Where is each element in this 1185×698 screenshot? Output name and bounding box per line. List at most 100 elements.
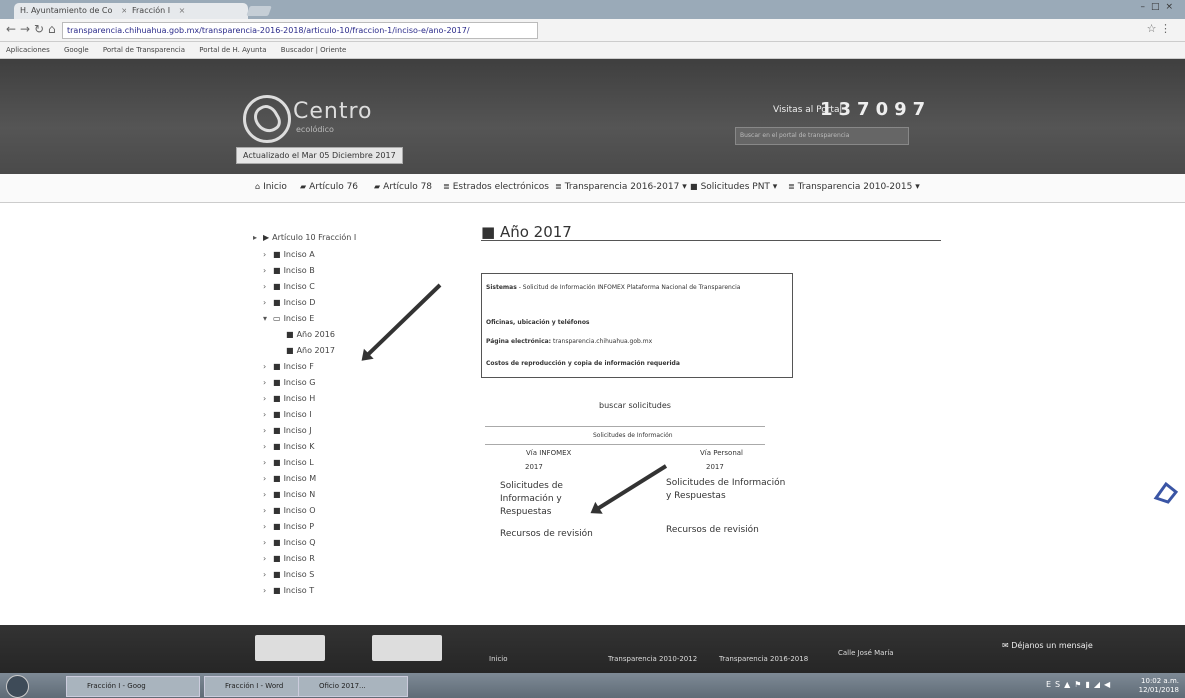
folder-icon: ■ [273,426,281,435]
bookmark-star-icon[interactable]: ☆ ⋮ [1147,22,1171,35]
clock[interactable]: 10:02 a.m. 12/01/2018 [1139,677,1179,695]
bookmark-item[interactable]: Portal de H. Ayunta [199,46,266,54]
folder-icon: ■ [273,394,281,403]
folder-icon: ■ [273,474,281,483]
browser-tab-active[interactable]: Fracción I × [126,3,248,19]
logo-icon[interactable] [243,95,291,143]
taskbar-app[interactable]: Oficio 2017... [298,676,408,697]
new-tab-button[interactable] [246,6,272,16]
os-taskbar: Fracción I - Goog Fracción I - Word Ofic… [0,673,1185,698]
site-header: Centro ecolódico Actualizado el Mar 05 D… [0,59,1185,174]
home-icon: ⌂ [255,182,261,191]
tree-item[interactable]: › ■ Inciso K [263,442,314,451]
folder-icon: ■ [273,506,281,515]
personal-review-link[interactable]: Recursos de revisión [666,524,759,537]
folder-icon: ■ [273,266,281,275]
divider [485,444,765,445]
tree-item[interactable]: › ■ Inciso P [263,522,314,531]
tree-item[interactable]: › ■ Inciso Q [263,538,316,547]
side-widget-icon[interactable] [1152,478,1180,506]
folder-icon: ■ [273,442,281,451]
tree-item[interactable]: › ■ Inciso J [263,426,312,435]
nav-item-inicio[interactable]: ⌂ Inicio [255,182,287,192]
tab-title: H. Ayuntamiento de Co [20,6,113,15]
footer-link[interactable]: Transparencia 2010-2012 [608,655,697,663]
tree-item[interactable]: › ■ Inciso L [263,458,314,467]
folder-icon: ■ [286,346,294,355]
updated-badge: Actualizado el Mar 05 Diciembre 2017 [236,147,403,164]
folder-icon: ■ [273,490,281,499]
message-button[interactable]: ✉ Déjanos un mensaje [1002,641,1093,650]
tree-item[interactable]: › ■ Inciso A [263,250,315,259]
folder-icon: ■ [273,250,281,259]
tree-item[interactable]: › ■ Inciso D [263,298,315,307]
footer-link[interactable]: Transparencia 2016-2018 [719,655,808,663]
footer-link[interactable]: Inicio [489,655,508,663]
tree-item-expanded[interactable]: ▾ ▭ Inciso E [263,314,314,323]
bookmark-item[interactable]: Buscador | Oriente [281,46,347,54]
taskbar-app[interactable]: Fracción I - Goog [66,676,200,697]
site-footer: Inicio Transparencia 2010-2012 Transpare… [0,625,1185,673]
bookmarks-bar: Aplicaciones Google Portal de Transparen… [0,42,1185,59]
tree-root[interactable]: ▸ ▶ Artículo 10 Fracción I [253,233,356,242]
column-year: 2017 [706,463,724,471]
tree-subitem[interactable]: ■ Año 2016 [286,330,335,339]
close-icon[interactable]: × [179,6,186,15]
list-icon: ≣ [555,182,562,191]
footer-thumbnail[interactable] [372,635,442,661]
start-button[interactable] [6,675,29,698]
system-tray-icons[interactable]: ES▲⚑▮◢◀ [1046,680,1114,689]
tree-item[interactable]: › ■ Inciso R [263,554,315,563]
list-icon: ≣ [443,182,450,191]
footer-thumbnail[interactable] [255,635,325,661]
site-search-input[interactable]: Buscar en el portal de transparencia [735,127,909,145]
tree-item[interactable]: › ■ Inciso T [263,586,314,595]
nav-item-articulo-78[interactable]: ▰ Artículo 78 [374,182,432,192]
nav-item-transparencia-2010[interactable]: ≣ Transparencia 2010-2015 ▾ [788,182,920,192]
tree-item[interactable]: › ■ Inciso I [263,410,312,419]
tree-item[interactable]: › ■ Inciso M [263,474,316,483]
folder-icon: ■ [286,330,294,339]
nav-item-articulo-76[interactable]: ▰ Artículo 76 [300,182,358,192]
book-icon: ▰ [300,182,307,191]
divider [481,240,941,241]
folder-icon: ■ [273,298,281,307]
tree-item[interactable]: › ■ Inciso B [263,266,315,275]
forward-icon[interactable]: → [20,22,30,36]
column-year: 2017 [525,463,543,471]
tree-item[interactable]: › ■ Inciso G [263,378,315,387]
tree-item[interactable]: › ■ Inciso H [263,394,315,403]
url-input[interactable]: transparencia.chihuahua.gob.mx/transpare… [62,22,538,39]
nav-item-transparencia-2016[interactable]: ≣ Transparencia 2016-2017 ▾ [555,182,687,192]
column-header-infomex: Vía INFOMEX [526,449,572,457]
folder-icon: ■ [273,538,281,547]
infomex-review-link[interactable]: Recursos de revisión [500,528,593,541]
window-controls[interactable]: –□× [1140,2,1179,12]
main-content: ▸ ▶ Artículo 10 Fracción I › ■ Inciso A › ■ In… [0,203,1185,625]
bookmark-item[interactable]: Portal de Transparencia [103,46,185,54]
tree-item[interactable]: › ■ Inciso O [263,506,316,515]
folder-icon: ■ [273,570,281,579]
nav-item-solicitudes-pnt[interactable]: ■ Solicitudes PNT ▾ [690,182,777,192]
personal-requests-link[interactable]: Solicitudes de Información y Respuestas [666,477,786,503]
folder-icon: ■ [273,458,281,467]
list-icon: ≣ [788,182,795,191]
systems-line: Sistemas - Solicitud de Información INFO… [486,284,741,291]
tree-item[interactable]: › ■ Inciso N [263,490,315,499]
browser-tab[interactable]: H. Ayuntamiento de Co × [14,3,134,19]
footer-address: Calle José María [838,649,894,657]
nav-item-estrados[interactable]: ≣ Estrados electrónicos [443,182,549,192]
tree-item[interactable]: › ■ Inciso S [263,570,314,579]
tree-subitem-selected[interactable]: ■ Año 2017 [286,346,335,355]
offices-line: Oficinas, ubicación y teléfonos [486,319,590,326]
bookmark-item[interactable]: Aplicaciones [6,46,50,54]
column-header-personal: Vía Personal [700,449,744,457]
back-icon[interactable]: ← [6,22,16,36]
home-icon[interactable]: ⌂ [48,22,56,36]
tree-item[interactable]: › ■ Inciso C [263,282,315,291]
search-requests-link[interactable]: buscar solicitudes [599,401,671,410]
email-line: Página electrónica: transparencia.chihua… [486,338,653,345]
reload-icon[interactable]: ↻ [34,22,44,36]
tree-item[interactable]: › ■ Inciso F [263,362,314,371]
bookmark-item[interactable]: Google [64,46,89,54]
